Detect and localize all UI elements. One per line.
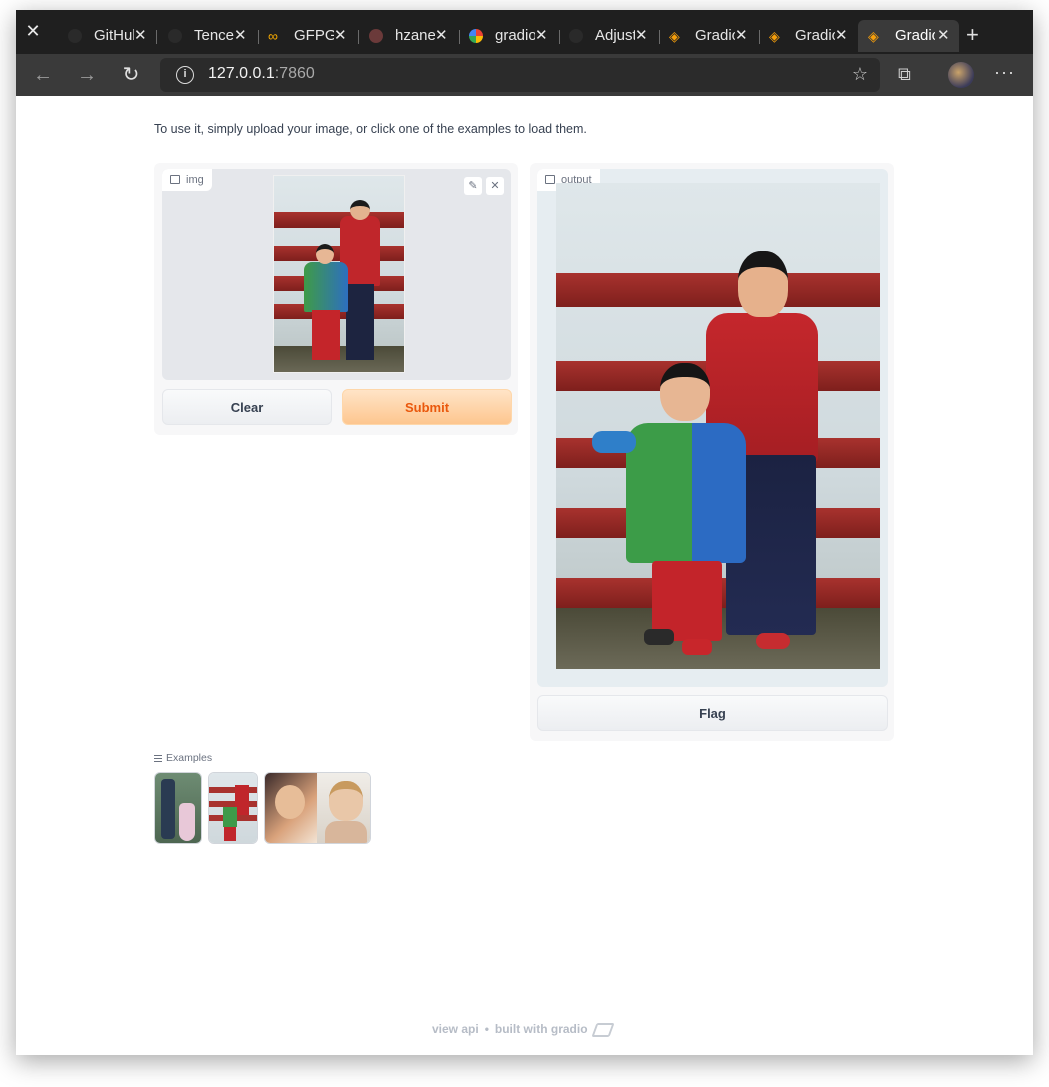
- close-tab-icon[interactable]: ✕: [535, 22, 549, 50]
- close-tab-icon[interactable]: ✕: [735, 22, 749, 50]
- built-with-gradio-link[interactable]: built with gradio: [495, 1022, 588, 1036]
- new-tab-button[interactable]: +: [966, 24, 979, 46]
- browser-window: ✕ GitHub ✕ Tencent ✕ ∞ GFPGAN ✕ hzane ✕ …: [16, 10, 1033, 1055]
- examples-header: Examples: [154, 752, 212, 764]
- close-window-button[interactable]: ✕: [24, 22, 42, 40]
- example-1[interactable]: [154, 772, 202, 844]
- close-tab-icon[interactable]: ✕: [835, 22, 849, 50]
- clear-button[interactable]: Clear: [162, 389, 332, 425]
- tab-gfpgan[interactable]: ∞ GFPGAN ✕: [268, 22, 348, 50]
- back-button[interactable]: ←: [32, 64, 54, 86]
- tab-separator: [156, 30, 157, 44]
- tab-label: GitHub: [94, 27, 134, 44]
- input-panel: img ✎ ✕ Clear Submit: [154, 163, 518, 435]
- forward-button[interactable]: →: [76, 64, 98, 86]
- browser-toolbar: ← → ↻ i 127.0.0.1:7860 ☆ ⧉ ···: [16, 54, 1033, 96]
- gradio-logo-icon: [590, 1022, 615, 1037]
- tab-label: Tencent: [194, 27, 234, 44]
- tab-label: gradio: [495, 27, 535, 44]
- page-content: To use it, simply upload your image, or …: [16, 96, 1033, 1055]
- submit-button[interactable]: Submit: [342, 389, 512, 425]
- more-menu-icon[interactable]: ···: [994, 62, 1015, 83]
- gradio-icon: ◈: [769, 28, 780, 44]
- tab-separator: [759, 30, 760, 44]
- tab-label: Gradio: [795, 27, 835, 44]
- tab-separator: [559, 30, 560, 44]
- tab-label: Gradio: [895, 27, 935, 44]
- image-output: output: [537, 169, 888, 687]
- tab-tencent[interactable]: Tencent ✕: [168, 22, 248, 50]
- input-image: [273, 175, 405, 373]
- close-tab-icon[interactable]: ✕: [334, 22, 348, 50]
- example-2[interactable]: [208, 772, 258, 844]
- github-icon: [569, 29, 583, 43]
- reload-button[interactable]: ↻: [120, 64, 142, 86]
- younger-child: [626, 423, 746, 563]
- output-panel: output Flag: [530, 163, 894, 741]
- tab-label: Adjust: [595, 27, 635, 44]
- image-icon: [545, 175, 555, 184]
- add-favorite-icon[interactable]: ☆: [852, 64, 868, 85]
- footer-dot: •: [484, 1022, 489, 1036]
- extensions-icon[interactable]: ⧉: [898, 64, 911, 85]
- tab-separator: [358, 30, 359, 44]
- tab-gradio-1[interactable]: ◈ Gradio ✕: [669, 22, 749, 50]
- tab-github[interactable]: GitHub ✕: [68, 22, 148, 50]
- tab-gradio-2[interactable]: ◈ Gradio ✕: [769, 22, 849, 50]
- colab-icon: ∞: [268, 28, 278, 44]
- info-icon[interactable]: i: [176, 66, 194, 84]
- git-icon: [369, 29, 383, 43]
- input-label-text: img: [186, 174, 204, 186]
- github-icon: [168, 29, 182, 43]
- input-label: img: [162, 169, 212, 191]
- close-tab-icon[interactable]: ✕: [134, 22, 148, 50]
- output-image: [556, 183, 880, 669]
- image-input[interactable]: img ✎ ✕: [162, 169, 511, 380]
- tab-label: Gradio: [695, 27, 735, 44]
- profile-avatar[interactable]: [948, 62, 974, 88]
- page-footer: view api • built with gradio: [432, 1022, 615, 1037]
- gradio-icon: ◈: [669, 28, 680, 44]
- close-tab-icon[interactable]: ✕: [937, 20, 951, 52]
- address-bar[interactable]: i 127.0.0.1:7860 ☆: [160, 58, 880, 92]
- url-port: :7860: [274, 65, 315, 82]
- tab-separator: [659, 30, 660, 44]
- tab-separator: [459, 30, 460, 44]
- url-text: 127.0.0.1:7860: [208, 65, 315, 83]
- url-host: 127.0.0.1: [208, 65, 275, 82]
- close-tab-icon[interactable]: ✕: [234, 22, 248, 50]
- github-icon: [68, 29, 82, 43]
- gradio-icon: ◈: [868, 28, 879, 44]
- app-description: To use it, simply upload your image, or …: [154, 122, 587, 136]
- remove-icon[interactable]: ✕: [486, 177, 504, 195]
- flag-button[interactable]: Flag: [537, 695, 888, 731]
- list-icon: [154, 754, 162, 762]
- examples-title: Examples: [166, 752, 213, 764]
- tab-label: GFPGAN: [294, 27, 334, 44]
- image-icon: [170, 175, 180, 184]
- tab-separator: [258, 30, 259, 44]
- example-3[interactable]: [264, 772, 371, 844]
- tab-adjust[interactable]: Adjust ✕: [569, 22, 649, 50]
- tab-gradio-search[interactable]: gradio ✕: [469, 22, 549, 50]
- close-tab-icon[interactable]: ✕: [435, 22, 449, 50]
- google-icon: [469, 29, 483, 43]
- edit-icon[interactable]: ✎: [464, 177, 482, 195]
- tab-label: hzane: [395, 27, 435, 44]
- view-api-link[interactable]: view api: [432, 1022, 479, 1036]
- tab-hzane[interactable]: hzane ✕: [369, 22, 449, 50]
- tab-gradio-active[interactable]: ◈ Gradio ✕: [858, 20, 959, 52]
- close-tab-icon[interactable]: ✕: [635, 22, 649, 50]
